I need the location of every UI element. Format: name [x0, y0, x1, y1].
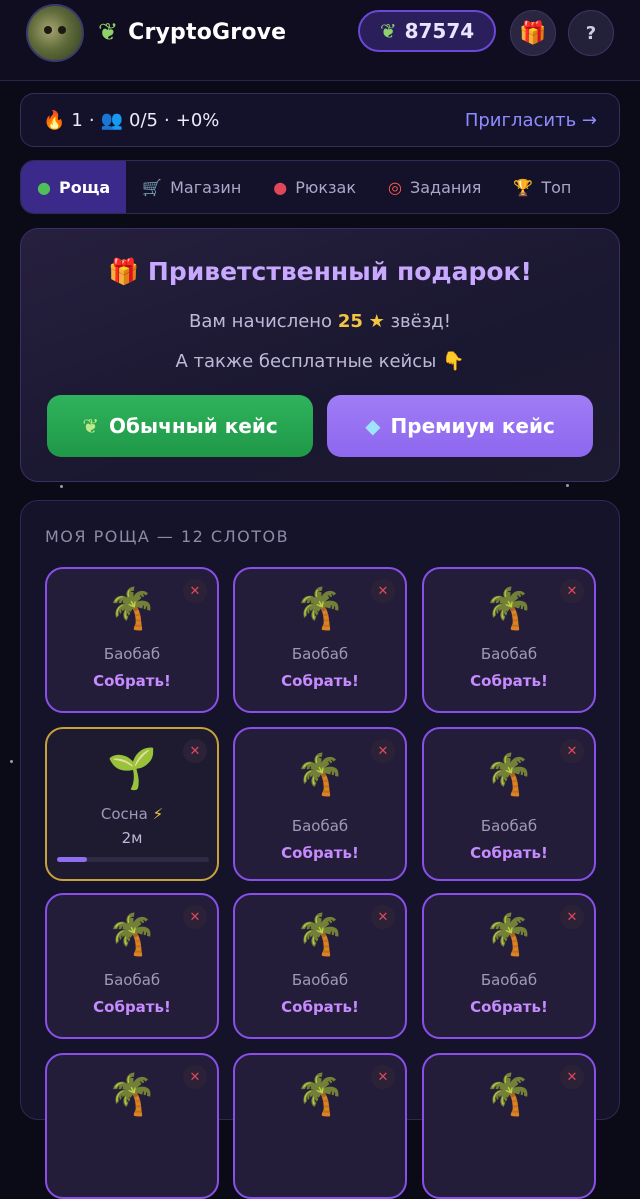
welcome-cases-text: А также бесплатные кейсы 👇 — [175, 351, 465, 372]
tab-shop[interactable]: 🛒 Магазин — [126, 161, 257, 213]
tab-label: Магазин — [170, 177, 242, 197]
plant-name: Баобаб — [103, 971, 161, 989]
help-button[interactable]: ? — [568, 10, 614, 56]
leaf-icon: ❦ — [82, 414, 100, 438]
collect-button[interactable]: Собрать! — [235, 844, 405, 862]
normal-case-button[interactable]: ❦ Обычный кейс — [47, 395, 313, 457]
bonus-value: +0% — [175, 109, 220, 131]
app-header: ❦ CryptoGrove ❦ 87574 🎁 ? — [0, 0, 640, 81]
palm-tree-icon: 🌴 — [484, 1072, 534, 1118]
trophy-icon: 🏆 — [513, 177, 534, 197]
grove-slot[interactable]: ✕ 🌴 Баобаб Собрать! — [422, 893, 596, 1039]
welcome-stars-text: Вам начислено 25 ★ звёзд! — [189, 311, 451, 332]
sprout-icon: ❦ — [379, 19, 397, 43]
collect-button[interactable]: Собрать! — [424, 998, 594, 1016]
palm-tree-icon: 🌴 — [107, 586, 157, 632]
welcome-title: 🎁 Приветственный подарок! — [108, 257, 532, 286]
premium-case-button[interactable]: ◆ Премиум кейс — [327, 395, 593, 457]
plant-name: Баобаб — [480, 645, 538, 663]
palm-tree-icon: 🌴 — [484, 586, 534, 632]
stats-summary: 🔥 1 · 👥 0/5 · +0% — [43, 109, 220, 131]
tab-tasks[interactable]: ◎ Задания — [372, 161, 497, 213]
grove-slot[interactable]: ✕ 🌴 Баобаб Собрать! — [233, 567, 407, 713]
grove-slot[interactable]: ✕ 🌴 Баобаб Собрать! — [45, 567, 219, 713]
app-name: CryptoGrove — [128, 19, 287, 45]
collect-button[interactable]: Собрать! — [235, 998, 405, 1016]
grow-progress-bar — [57, 857, 209, 862]
plant-name: Баобаб — [103, 645, 161, 663]
grove-title: МОЯ РОЩА — 12 СЛОТОВ — [45, 527, 290, 546]
avatar[interactable] — [26, 4, 84, 62]
palm-tree-icon: 🌴 — [484, 912, 534, 958]
main-tabs: ● Роща 🛒 Магазин ● Рюкзак ◎ Задания 🏆 То… — [20, 160, 620, 214]
leaf-icon: ❦ — [98, 18, 119, 46]
fire-icon: 🔥 — [43, 109, 66, 131]
gift-icon: 🎁 — [519, 20, 547, 46]
cart-icon: 🛒 — [142, 177, 163, 197]
tab-label: Топ — [541, 177, 572, 197]
palm-tree-icon: 🌴 — [295, 586, 345, 632]
streak-value: 1 — [71, 109, 83, 131]
point-down-icon: 👇 — [442, 351, 465, 372]
plant-name: Баобаб — [291, 971, 349, 989]
referrals-value: 0/5 — [129, 109, 158, 131]
welcome-gift-card: 🎁 Приветственный подарок! Вам начислено … — [20, 228, 620, 482]
collect-button[interactable]: Собрать! — [47, 998, 217, 1016]
invite-link[interactable]: Пригласить → — [465, 110, 597, 131]
backpack-icon: ● — [273, 177, 288, 197]
grow-timer: 2м — [121, 829, 143, 847]
grove-slot[interactable]: ✕ 🌴 Баобаб Собрать! — [45, 893, 219, 1039]
tab-label: Задания — [409, 177, 482, 197]
star-icon: ★ — [368, 311, 385, 332]
tab-label: Роща — [58, 177, 111, 197]
tab-backpack[interactable]: ● Рюкзак — [257, 161, 372, 213]
grove-slot[interactable]: ✕ 🌴 Баобаб Собрать! — [422, 567, 596, 713]
grove-slot[interactable]: ✕ 🌴 Баобаб Собрать! — [422, 727, 596, 881]
diamond-icon: ◆ — [365, 414, 381, 438]
grove-slot[interactable]: ✕ 🌴 Баобаб Собрать! — [233, 893, 407, 1039]
lightning-icon: ⚡ — [152, 805, 164, 823]
tab-top[interactable]: 🏆 Топ — [497, 161, 587, 213]
plant-name: Баобаб — [291, 645, 349, 663]
brand: ❦ CryptoGrove — [98, 16, 286, 48]
palm-tree-icon: 🌴 — [295, 752, 345, 798]
collect-button[interactable]: Собрать! — [47, 672, 217, 690]
palm-tree-icon: 🌴 — [295, 1072, 345, 1118]
palm-tree-icon: 🌴 — [295, 912, 345, 958]
collect-button[interactable]: Собрать! — [424, 844, 594, 862]
collect-button[interactable]: Собрать! — [235, 672, 405, 690]
seedling-icon: 🌱 — [107, 746, 157, 792]
palm-tree-icon: 🌴 — [107, 1072, 157, 1118]
people-icon: 👥 — [100, 109, 124, 131]
grove-icon: ● — [37, 177, 51, 197]
plant-name: Сосна ⚡ — [100, 805, 164, 823]
plant-name: Баобаб — [291, 817, 349, 835]
grove-panel: МОЯ РОЩА — 12 СЛОТОВ ✕ 🌴 Баобаб Собрать!… — [20, 500, 620, 1199]
collect-button[interactable]: Собрать! — [424, 672, 594, 690]
grove-slot[interactable]: ✕ 🌴 — [233, 1053, 407, 1199]
grove-slot[interactable]: ✕ 🌴 — [422, 1053, 596, 1199]
grow-progress-fill — [57, 857, 88, 862]
plant-name: Баобаб — [480, 971, 538, 989]
palm-tree-icon: 🌴 — [484, 752, 534, 798]
gift-button[interactable]: 🎁 — [510, 10, 556, 56]
plant-name: Баобаб — [480, 817, 538, 835]
tab-label: Рюкзак — [295, 177, 357, 197]
balance-badge[interactable]: ❦ 87574 — [358, 10, 496, 52]
grove-slot[interactable]: ✕ 🌴 Баобаб Собрать! — [233, 727, 407, 881]
tab-grove[interactable]: ● Роща — [21, 161, 127, 213]
balance-value: 87574 — [404, 19, 475, 43]
grove-slot[interactable]: ✕ 🌴 — [45, 1053, 219, 1199]
stats-bar: 🔥 1 · 👥 0/5 · +0% Пригласить → — [20, 93, 620, 147]
grove-slot-growing[interactable]: ✕ 🌱 Сосна ⚡ 2м — [45, 727, 219, 881]
palm-tree-icon: 🌴 — [107, 912, 157, 958]
target-icon: ◎ — [388, 177, 402, 197]
gift-icon: 🎁 — [108, 257, 140, 286]
